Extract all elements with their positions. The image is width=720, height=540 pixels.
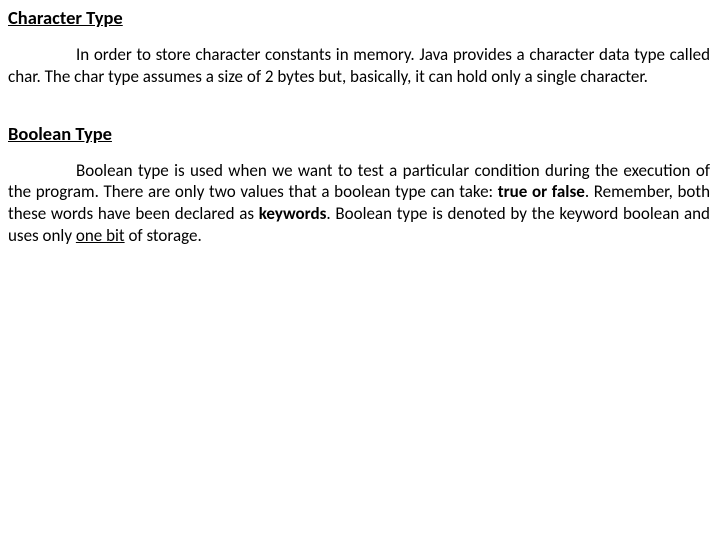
document-page: Character Type In order to store charact… xyxy=(0,0,720,269)
text-run: In order to store character constants in… xyxy=(8,44,710,87)
text-run-bold: true or false xyxy=(498,181,585,202)
section-gap xyxy=(8,100,710,122)
section-paragraph-character-type: In order to store character constants in… xyxy=(8,44,710,88)
section-paragraph-boolean-type: Boolean type is used when we want to tes… xyxy=(8,160,710,247)
text-run-underline: one bit xyxy=(76,225,125,246)
section-heading-character-type: Character Type xyxy=(8,6,710,30)
text-run-bold: keywords xyxy=(259,203,327,224)
section-heading-boolean-type: Boolean Type xyxy=(8,122,710,146)
text-run: of storage. xyxy=(125,225,202,246)
